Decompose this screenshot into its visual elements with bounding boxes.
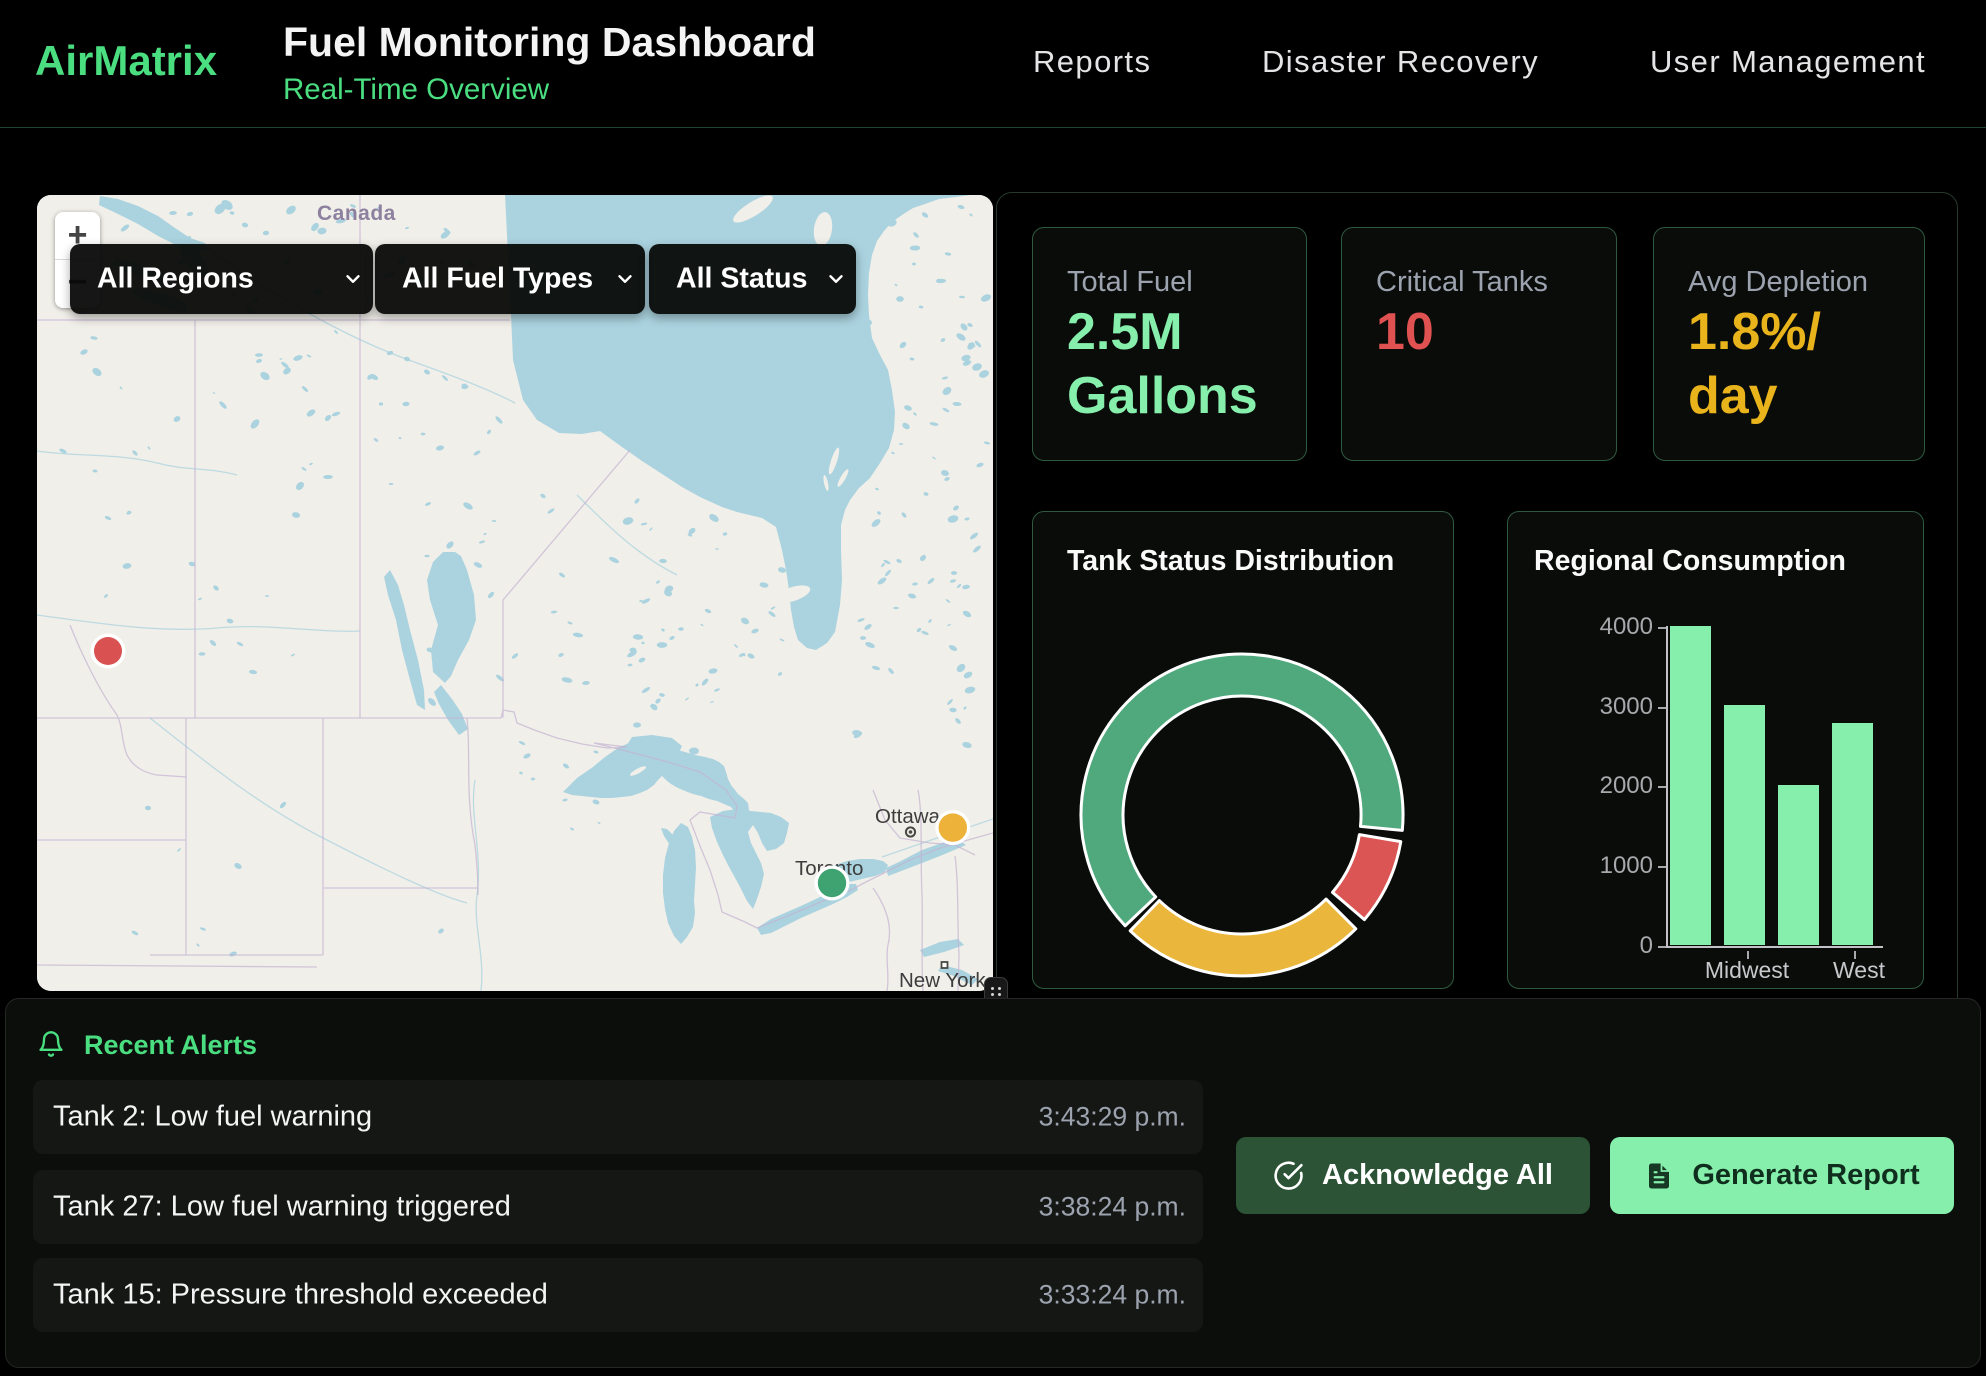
svg-text:New York: New York (899, 969, 986, 991)
svg-text:Ottawa: Ottawa (875, 805, 941, 828)
svg-text:Canada: Canada (317, 202, 396, 225)
